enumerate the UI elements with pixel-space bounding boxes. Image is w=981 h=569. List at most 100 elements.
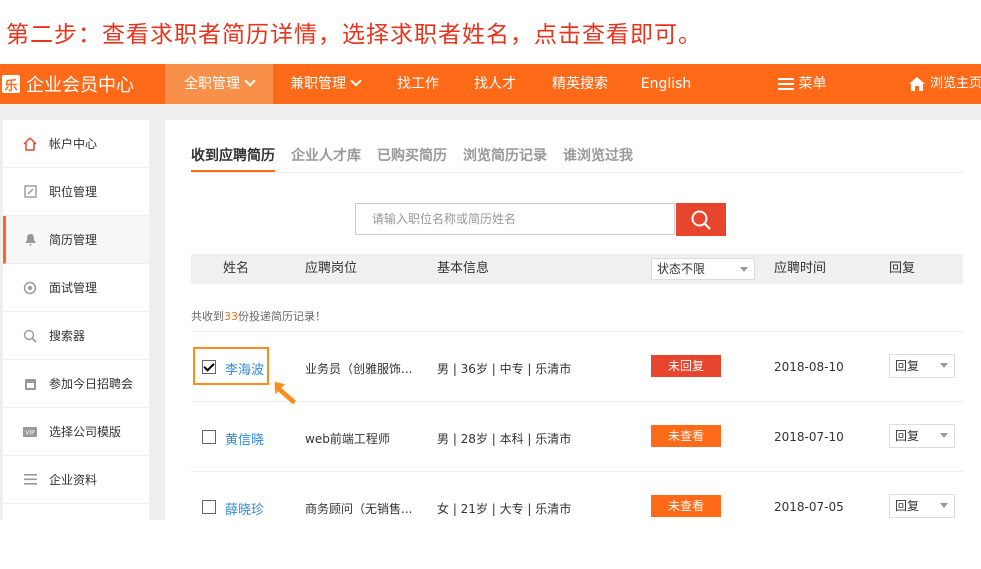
status-filter-value: 状态不限	[657, 262, 706, 276]
basic-info: 男 | 36岁 | 中专 | 乐清市	[437, 362, 572, 376]
edit-icon	[21, 183, 39, 201]
top-navbar: 乐 企业会员中心 全职管理 兼职管理 找工作 找人才 精英搜索 English …	[0, 64, 981, 104]
tab-purchased-resumes[interactable]: 已购买简历	[377, 145, 447, 165]
apply-time: 2018-08-10	[774, 360, 844, 374]
sidebar-item-interviews[interactable]: 面试管理	[3, 264, 149, 312]
applied-position: web前端工程师	[305, 432, 390, 446]
sidebar-item-resumes[interactable]: 简历管理	[3, 216, 149, 264]
nav-english[interactable]: English	[636, 64, 696, 104]
menu-label: 菜单	[798, 76, 827, 92]
sidebar-item-label: 面试管理	[49, 281, 98, 295]
chevron-down-icon	[940, 503, 948, 508]
chevron-down-icon	[940, 433, 948, 438]
header-name: 姓名	[223, 261, 250, 276]
nav-fulltime-management[interactable]: 全职管理	[165, 64, 273, 104]
sidebar-item-company-template[interactable]: VIP 选择公司模版	[3, 408, 149, 456]
highlight-box	[193, 347, 269, 385]
apply-time: 2018-07-10	[774, 430, 844, 444]
sidebar-item-label: 帐户中心	[49, 137, 98, 151]
sidebar-item-label: 参加今日招聘会	[49, 377, 134, 391]
brand-title: 企业会员中心	[26, 75, 134, 96]
sidebar-item-account[interactable]: 帐户中心	[3, 120, 149, 168]
chevron-down-icon	[740, 267, 748, 272]
nav-browse-home[interactable]: 浏览主页	[908, 64, 981, 104]
browse-home-label: 浏览主页	[930, 76, 981, 91]
brand-logo: 乐	[2, 75, 20, 94]
reply-select[interactable]: 回复	[889, 354, 955, 378]
list-icon	[21, 471, 39, 489]
sidebar-item-label: 企业资料	[49, 473, 98, 487]
count-prefix: 共收到	[191, 310, 224, 323]
tab-browse-history[interactable]: 浏览简历记录	[463, 145, 547, 165]
chevron-down-icon	[244, 75, 256, 87]
brand[interactable]: 乐 企业会员中心	[2, 64, 134, 104]
reply-value: 回复	[895, 499, 920, 513]
header-position: 应聘岗位	[305, 261, 358, 276]
applied-position: 业务员（创雅服饰...	[305, 362, 413, 376]
status-filter-select[interactable]: 状态不限	[651, 258, 755, 280]
sidebar-item-company-profile[interactable]: 企业资料	[3, 456, 149, 504]
pointer-arrow-icon	[273, 380, 298, 406]
sidebar-item-label: 简历管理	[49, 233, 98, 247]
table-header: 姓名 应聘岗位 基本信息 状态不限 应聘时间 回复	[191, 254, 963, 284]
status-badge: 未查看	[651, 425, 721, 447]
gear-icon	[21, 279, 39, 297]
vip-icon: VIP	[21, 423, 39, 441]
chevron-down-icon	[350, 75, 362, 87]
calendar-icon	[21, 375, 39, 393]
candidate-name-link[interactable]: 薛晓珍	[225, 499, 264, 518]
nav-elite-search[interactable]: 精英搜索	[545, 64, 615, 104]
table-row: 薛晓珍 商务顾问（无销售... 女 | 21岁 | 大专 | 乐清市 未查看 2…	[191, 472, 963, 520]
tab-talent-pool[interactable]: 企业人才库	[291, 145, 361, 165]
table-row: 李海波 业务员（创雅服饰... 男 | 36岁 | 中专 | 乐清市 未回复 2…	[191, 332, 963, 402]
tab-received-resumes[interactable]: 收到应聘简历	[191, 145, 275, 172]
status-badge: 未回复	[651, 355, 721, 377]
bell-icon	[21, 231, 39, 249]
status-badge: 未查看	[651, 495, 721, 517]
applied-position: 商务顾问（无销售...	[305, 502, 413, 516]
svg-text:VIP: VIP	[25, 429, 35, 436]
reply-value: 回复	[895, 429, 920, 443]
sidebar: 帐户中心 职位管理 简历管理 面试管理 搜索器 参加今日招聘会 VIP 选择公司…	[3, 120, 149, 520]
search-button[interactable]	[676, 203, 726, 236]
basic-info: 女 | 21岁 | 大专 | 乐清市	[437, 502, 572, 516]
sidebar-item-label: 搜索器	[49, 329, 86, 343]
nav-find-talent[interactable]: 找人才	[467, 64, 523, 104]
chevron-down-icon	[940, 363, 948, 368]
row-checkbox[interactable]	[202, 430, 216, 444]
count-suffix: 份投递简历记录！	[238, 310, 326, 323]
header-info: 基本信息	[437, 261, 490, 276]
header-time: 应聘时间	[774, 261, 827, 276]
reply-value: 回复	[895, 359, 920, 373]
search-icon	[21, 327, 39, 345]
nav-parttime-management[interactable]: 兼职管理	[283, 64, 367, 104]
table-row: 黄信晓 web前端工程师 男 | 28岁 | 本科 | 乐清市 未查看 2018…	[191, 402, 963, 472]
home-icon	[909, 76, 925, 91]
row-checkbox[interactable]	[202, 500, 216, 514]
nav-menu[interactable]: 菜单	[772, 64, 832, 104]
menu-icon	[777, 75, 794, 93]
basic-info: 男 | 28岁 | 本科 | 乐清市	[437, 432, 572, 446]
search-icon	[691, 210, 711, 230]
candidate-name-link[interactable]: 黄信晓	[225, 429, 264, 448]
instruction-text: 第二步：查看求职者简历详情，选择求职者姓名，点击查看即可。	[6, 22, 702, 48]
apply-time: 2018-07-05	[774, 500, 844, 514]
reply-select[interactable]: 回复	[889, 494, 955, 518]
nav-find-job[interactable]: 找工作	[390, 64, 446, 104]
search-input[interactable]	[355, 203, 675, 235]
header-reply: 回复	[889, 261, 916, 276]
sidebar-item-jobs[interactable]: 职位管理	[3, 168, 149, 216]
sidebar-item-job-fair[interactable]: 参加今日招聘会	[3, 360, 149, 408]
main-panel: 收到应聘简历 企业人才库 已购买简历 浏览简历记录 谁浏览过我 姓名 应聘岗位 …	[165, 120, 981, 520]
record-count: 共收到33份投递简历记录！	[191, 308, 326, 324]
tab-divider	[191, 172, 963, 173]
sidebar-item-label: 选择公司模版	[49, 425, 122, 439]
home-icon	[21, 135, 39, 153]
reply-select[interactable]: 回复	[889, 424, 955, 448]
nav-label: 全职管理	[184, 76, 240, 92]
sidebar-item-label: 职位管理	[49, 185, 98, 199]
count-number: 33	[224, 310, 238, 323]
tab-who-viewed-me[interactable]: 谁浏览过我	[563, 145, 633, 165]
sidebar-item-searcher[interactable]: 搜索器	[3, 312, 149, 360]
nav-label: 兼职管理	[290, 76, 346, 92]
